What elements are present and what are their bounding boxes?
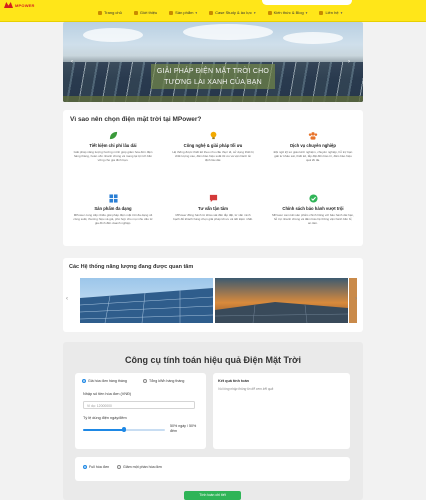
result-hint: Vui lòng nhập thông tin để xem kết quả <box>218 387 274 391</box>
slider-fill <box>83 429 124 431</box>
nav-item-home[interactable]: Trang chủ <box>98 10 122 15</box>
calculator-title: Công cụ tính toán hiệu quả Điện Mặt Trời <box>125 355 301 365</box>
usage-ratio-value: 50% ngày / 50% đêm <box>170 424 197 433</box>
nav-item-label: Case Study & ảo lực <box>215 10 252 15</box>
header-search-bar[interactable] <box>262 0 352 5</box>
chat-icon <box>208 193 218 203</box>
team-icon <box>308 130 318 140</box>
hero-banner: ‹ › GIẢI PHÁP ĐIỆN MẶT TRỜI CHO TƯƠNG LA… <box>63 22 363 102</box>
book-icon <box>267 10 272 15</box>
feature-card: Tiết kiệm chi phí lâu dài Giải pháp năng… <box>72 130 154 163</box>
feature-description: Đội ngũ kỹ sư giàu kinh nghiệm, chuyên n… <box>273 150 353 163</box>
usage-ratio-label: Tỷ lệ dùng điện ngày/đêm <box>83 416 127 420</box>
check-badge-icon <box>308 193 318 203</box>
solar-calculator-section: Công cụ tính toán hiệu quả Điện Mặt Trời… <box>63 342 363 500</box>
payment-option-panel: Full hóa đơn Giảm một phần hóa đơn <box>75 457 350 481</box>
cloud-shape <box>83 28 143 42</box>
nav-item-label: Sản phẩm <box>175 10 194 15</box>
nav-item-about[interactable]: Giới thiệu <box>133 10 158 15</box>
home-icon <box>98 10 102 15</box>
nav-item-blog[interactable]: Kiến thức & Blog ▾ <box>267 10 308 15</box>
feature-description: Hệ thống được thiết kế theo nhu cầu thực… <box>172 150 254 163</box>
feature-card: Sản phẩm đa dạng MPower cung cấp nhiều g… <box>72 193 154 226</box>
building-shape <box>216 278 278 314</box>
radio-selected-icon[interactable] <box>83 465 87 469</box>
calculator-result-panel: Kết quả tính toán Vui lòng nhập thông ti… <box>213 373 350 449</box>
feature-title: Tư vấn tận tâm <box>197 206 229 211</box>
feature-description: Giải pháp năng lượng hướng mình giúp giả… <box>73 150 153 163</box>
phone-icon <box>319 10 324 15</box>
cloud-shape <box>183 24 273 40</box>
calculator-input-panel: Giá hóa đơn hàng tháng Tổng kWh hàng thá… <box>75 373 206 449</box>
radio-unselected-icon[interactable] <box>117 465 121 469</box>
radio-label: Tổng kWh hàng tháng <box>149 379 185 383</box>
bill-amount-input[interactable]: Ví dụ: 12000000 <box>83 401 195 409</box>
hero-caption-line2: TƯƠNG LAI XANH CỦA BẠN <box>164 79 262 86</box>
ground-shape <box>63 96 363 102</box>
feature-title: Sản phẩm đa dạng <box>94 206 132 211</box>
section-title: Các Hệ thống năng lượng đang được quan t… <box>69 264 194 270</box>
mode-radio-bill[interactable]: Giá hóa đơn hàng tháng <box>82 379 127 383</box>
feature-card: Dịch vụ chuyên nghiệp Đội ngũ kỹ sư giàu… <box>272 130 354 163</box>
chevron-down-icon: ▾ <box>340 10 343 15</box>
nav-item-label: Kiến thức & Blog <box>273 10 304 15</box>
grid-icon <box>108 193 118 203</box>
nav-item-products[interactable]: Sản phẩm ▾ <box>169 10 197 15</box>
nav-item-label: Trang chủ <box>104 10 122 15</box>
slider-handle[interactable] <box>121 427 127 432</box>
feature-description: MPower đồng hành từ khảo sát đến lắp đặt… <box>173 213 253 222</box>
feature-description: MPower cung cấp nhiều giải pháp điện mặt… <box>73 213 153 226</box>
feature-description: MPower cam kết sản phẩm chính hãng với b… <box>272 213 354 226</box>
chevron-left-icon[interactable]: ‹ <box>66 296 68 302</box>
nav-item-case-study[interactable]: Case Study & ảo lực ▾ <box>209 10 256 15</box>
box-icon <box>169 10 174 15</box>
hero-caption-line1: GIẢI PHÁP ĐIỆN MẶT TRỜI CHO <box>156 68 270 75</box>
chevron-down-icon: ▾ <box>253 10 256 15</box>
bill-amount-placeholder: Ví dụ: 12000000 <box>87 404 112 408</box>
radio-unselected-icon[interactable] <box>143 379 147 383</box>
leaf-icon <box>108 130 118 140</box>
feature-card: Tư vấn tận tâm MPower đồng hành từ khảo … <box>172 193 254 221</box>
result-title: Kết quả tính toán <box>218 379 250 383</box>
lightbulb-icon <box>208 130 218 140</box>
why-choose-section: Vì sao nên chọn điện mặt trời tại MPower… <box>63 110 363 246</box>
feature-title: Công nghệ & giải pháp tối ưu <box>183 143 243 148</box>
feature-card: Công nghệ & giải pháp tối ưu Hệ thống đư… <box>172 130 254 163</box>
cloud-shape <box>283 32 343 44</box>
calculate-button[interactable]: Tính toán chi tiết <box>184 491 241 500</box>
chevron-down-icon: ▾ <box>195 10 198 15</box>
bill-amount-label: Nhập số tiền hóa đơn (VNĐ) <box>83 392 132 396</box>
nav-item-label: Liên hệ <box>325 10 339 15</box>
radio-label: Giá hóa đơn hàng tháng <box>88 379 127 383</box>
payment-radio-full[interactable]: Full hóa đơn <box>83 465 109 469</box>
systems-carousel-section: Các Hệ thống năng lượng đang được quan t… <box>63 258 363 332</box>
system-image-card[interactable] <box>80 278 213 323</box>
chevron-right-icon[interactable]: › <box>355 296 357 302</box>
radio-label: Full hóa đơn <box>89 465 110 469</box>
feature-title: Chính sách bảo hành vượt trội <box>282 206 344 211</box>
radio-selected-icon[interactable] <box>82 379 86 383</box>
section-title: Vì sao nên chọn điện mặt trời tại MPower… <box>70 116 202 123</box>
chevron-right-icon[interactable]: › <box>348 59 350 65</box>
payment-radio-partial[interactable]: Giảm một phần hóa đơn <box>117 465 162 469</box>
main-nav: Trang chủ Giới thiệu Sản phẩm ▾ Case Stu… <box>98 10 342 15</box>
info-icon <box>133 10 138 15</box>
nav-item-label: Giới thiệu <box>139 10 158 15</box>
logo-text: MPOWER <box>15 2 35 8</box>
usage-ratio-slider[interactable] <box>83 427 165 432</box>
mode-radio-kwh[interactable]: Tổng kWh hàng tháng <box>143 379 184 383</box>
nav-item-contact[interactable]: Liên hệ ▾ <box>319 10 342 15</box>
logo-mark-icon <box>4 2 13 8</box>
brand-logo[interactable]: MPOWER <box>4 1 35 9</box>
chevron-left-icon[interactable]: ‹ <box>71 59 73 65</box>
radio-label: Giảm một phần hóa đơn <box>123 465 162 469</box>
hero-caption: GIẢI PHÁP ĐIỆN MẶT TRỜI CHO TƯƠNG LAI XA… <box>151 64 275 89</box>
feature-title: Dịch vụ chuyên nghiệp <box>290 143 336 148</box>
feature-title: Tiết kiệm chi phí lâu dài <box>89 143 137 148</box>
feature-card: Chính sách bảo hành vượt trội MPower cam… <box>272 193 354 226</box>
chevron-down-icon: ▾ <box>305 10 308 15</box>
briefcase-icon <box>209 10 214 15</box>
top-navbar: MPOWER Trang chủ Giới thiệu Sản phẩm ▾ C… <box>0 0 426 22</box>
